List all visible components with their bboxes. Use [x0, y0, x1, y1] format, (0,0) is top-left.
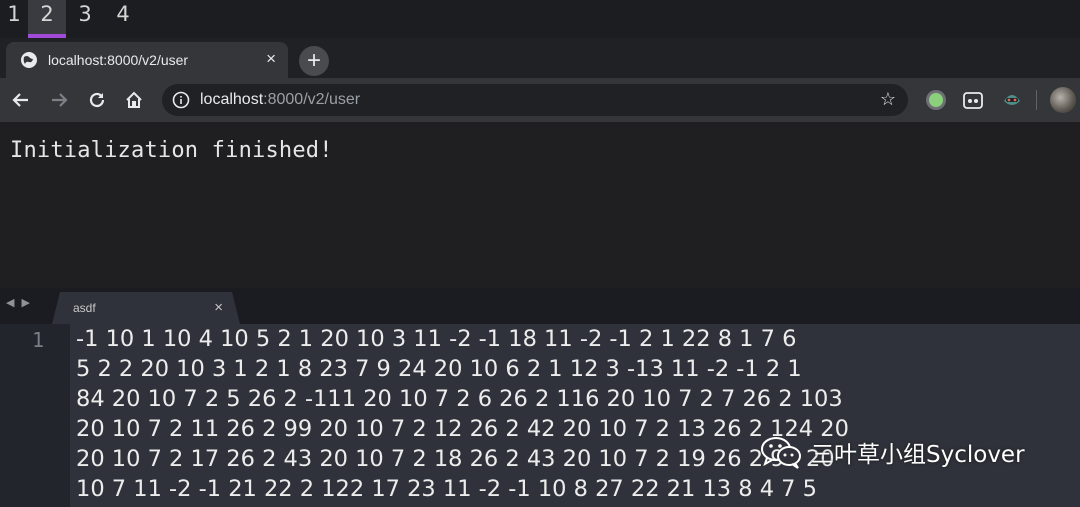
- extension-green-icon[interactable]: [925, 89, 947, 111]
- info-icon[interactable]: [172, 91, 190, 109]
- browser-tab-strip: localhost:8000/v2/user × +: [0, 38, 1080, 78]
- workspace-bar: 1 2 3 4: [0, 0, 1080, 38]
- code-line: 84 20 10 7 2 5 26 2 -111 20 10 7 2 6 26 …: [76, 386, 843, 412]
- code-line: 20 10 7 2 17 26 2 43 20 10 7 2 18 26 2 4…: [76, 446, 835, 472]
- tab-close-icon[interactable]: ×: [266, 49, 276, 69]
- browser-tab[interactable]: localhost:8000/v2/user ×: [6, 42, 288, 78]
- editor-tab-close-icon[interactable]: ×: [214, 299, 223, 316]
- url-text: localhost:8000/v2/user: [200, 91, 361, 108]
- forward-arrow-icon[interactable]: [47, 88, 71, 112]
- toolbar-divider: [1036, 90, 1037, 110]
- line-number: 1: [32, 328, 45, 352]
- wechat-icon: [761, 437, 801, 469]
- bookmark-star-icon[interactable]: ☆: [880, 89, 896, 110]
- editor-tab-bar: ◀ ▶ asdf ×: [0, 288, 1080, 324]
- editor-tab[interactable]: asdf ×: [52, 292, 240, 324]
- editor-tab-name: asdf: [73, 301, 96, 315]
- profile-avatar[interactable]: [1050, 87, 1076, 113]
- code-line: 20 10 7 2 11 26 2 99 20 10 7 2 12 26 2 4…: [76, 416, 849, 442]
- page-content: Initialization finished!: [0, 122, 1080, 288]
- new-tab-button[interactable]: +: [299, 46, 329, 76]
- home-icon[interactable]: [122, 88, 146, 112]
- code-line: -1 10 1 10 4 10 5 2 1 20 10 3 11 -2 -1 1…: [76, 326, 797, 352]
- code-line: 5 2 2 20 10 3 1 2 1 8 23 7 9 24 20 10 6 …: [76, 356, 802, 382]
- workspace-4[interactable]: 4: [104, 0, 142, 38]
- browser-toolbar: localhost:8000/v2/user ☆: [0, 78, 1080, 122]
- reload-icon[interactable]: [85, 88, 109, 112]
- back-arrow-icon[interactable]: [9, 88, 33, 112]
- watermark-text: 三叶草小组Syclover: [811, 442, 1025, 468]
- address-bar[interactable]: localhost:8000/v2/user ☆: [162, 84, 908, 116]
- text-editor: ◀ ▶ asdf × 1 -1 10 1 10 4 10 5 2 1 20 10…: [0, 288, 1080, 507]
- watermark: 三叶草小组Syclover: [759, 432, 1025, 472]
- code-line: 10 7 11 -2 -1 21 22 2 122 17 23 11 -2 -1…: [76, 476, 817, 502]
- extension-mascot-icon[interactable]: [1000, 89, 1024, 111]
- tab-title: localhost:8000/v2/user: [48, 52, 189, 68]
- status-message: Initialization finished!: [10, 138, 333, 163]
- workspace-1[interactable]: 1: [0, 0, 28, 38]
- extension-robot-icon[interactable]: [962, 89, 984, 111]
- line-number-gutter: 1: [0, 324, 70, 507]
- tab-scroll-arrows-icon[interactable]: ◀ ▶: [6, 296, 32, 309]
- workspace-3[interactable]: 3: [66, 0, 104, 38]
- workspace-2[interactable]: 2: [28, 0, 66, 38]
- globe-icon: [21, 52, 37, 68]
- code-area[interactable]: -1 10 1 10 4 10 5 2 1 20 10 3 11 -2 -1 1…: [70, 324, 1080, 507]
